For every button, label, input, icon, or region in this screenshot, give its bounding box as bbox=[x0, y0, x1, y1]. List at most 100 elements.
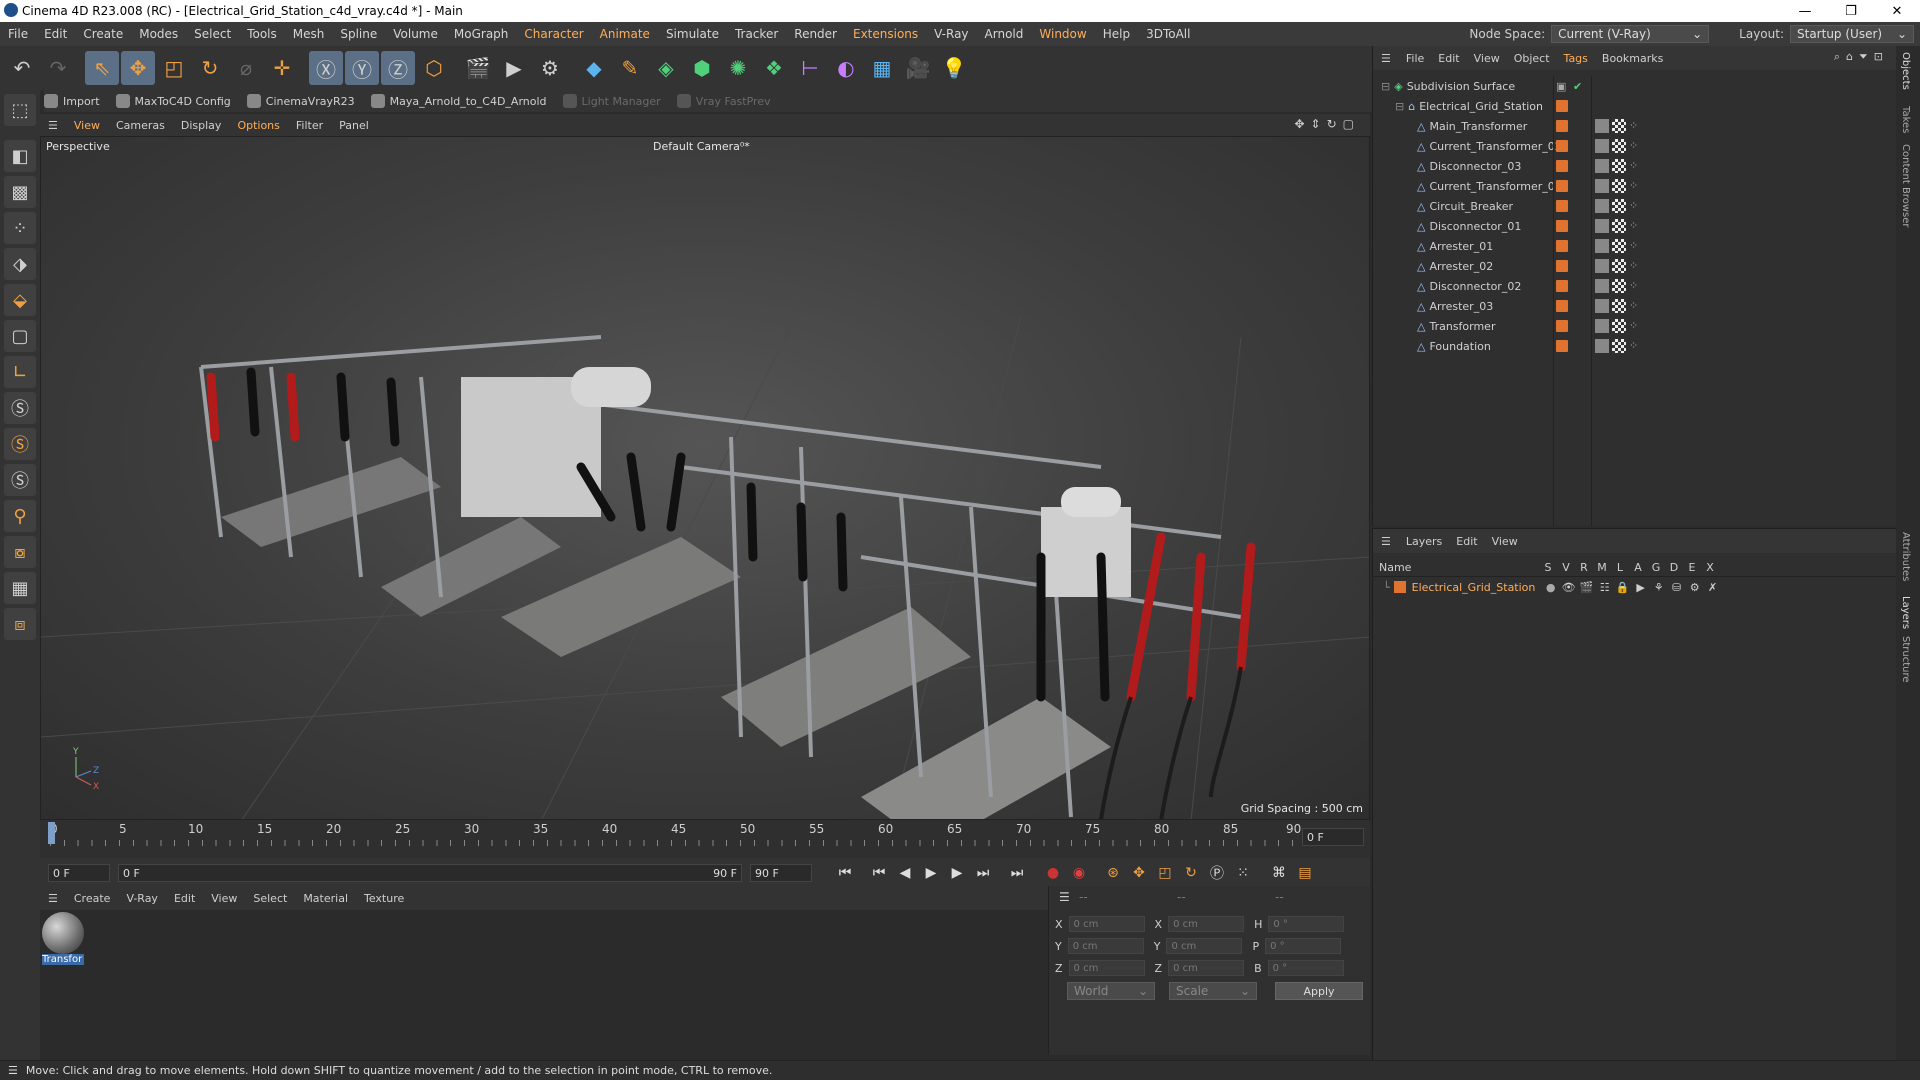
position-x-field[interactable]: 0 cm bbox=[1068, 916, 1145, 932]
uv-mode-icon[interactable]: ▢ bbox=[4, 320, 36, 352]
texture-mode-icon[interactable]: ▩ bbox=[4, 176, 36, 208]
record-icon[interactable]: ● bbox=[1040, 861, 1066, 885]
grid-icon[interactable]: ▦ bbox=[4, 572, 36, 604]
hamburger-icon[interactable]: ☰ bbox=[1373, 52, 1399, 65]
object-manager-tools-icons[interactable]: ⌕⌂⏷⊡ bbox=[1834, 50, 1889, 64]
hamburger-icon[interactable]: ☰ bbox=[40, 892, 66, 905]
object-row-disconnector-01[interactable]: △ Disconnector_01 ⁘ bbox=[1373, 216, 1897, 236]
render-settings-icon[interactable]: ⚙ bbox=[533, 51, 567, 85]
frame-range-slider[interactable]: 0 F 90 F bbox=[118, 864, 742, 882]
side-tab-takes[interactable]: Takes bbox=[1900, 106, 1911, 133]
play-icon[interactable]: ▶ bbox=[918, 861, 944, 885]
layer-menu-edit[interactable]: Edit bbox=[1449, 535, 1484, 548]
cube-icon[interactable]: ◆ bbox=[577, 51, 611, 85]
object-row-main-transformer[interactable]: △ Main_Transformer ⁘ bbox=[1373, 116, 1897, 136]
timeline-window-icon[interactable]: ▤ bbox=[1292, 861, 1318, 885]
uvw-tag-icon[interactable]: ⁘ bbox=[1629, 139, 1643, 153]
menu-file[interactable]: File bbox=[0, 27, 36, 41]
obj-menu-tags[interactable]: Tags bbox=[1557, 52, 1595, 65]
render-region-icon[interactable]: 🎬 bbox=[461, 51, 495, 85]
obj-menu-edit[interactable]: Edit bbox=[1431, 52, 1466, 65]
phong-tag-icon[interactable] bbox=[1595, 299, 1609, 313]
phong-tag-icon[interactable] bbox=[1595, 259, 1609, 273]
visible-render-icon[interactable]: 🎬 bbox=[1578, 581, 1596, 594]
menu-vray[interactable]: V-Ray bbox=[926, 27, 976, 41]
keyframe-selection-icon[interactable]: ⊛ bbox=[1100, 861, 1126, 885]
mograph-icon[interactable]: ❖ bbox=[757, 51, 791, 85]
phong-tag-icon[interactable] bbox=[1595, 339, 1609, 353]
visibility-toggle-icon[interactable]: ▣ bbox=[1556, 80, 1566, 93]
start-frame-field[interactable]: 0 F bbox=[48, 864, 110, 882]
menu-character[interactable]: Character bbox=[516, 27, 591, 41]
obj-menu-object[interactable]: Object bbox=[1507, 52, 1557, 65]
layer-color-button[interactable] bbox=[1556, 320, 1568, 332]
plugin-maya-arnold[interactable]: Maya_Arnold_to_C4D_Arnold bbox=[370, 94, 547, 108]
layout-dropdown[interactable]: Startup (User) ⌄ bbox=[1790, 25, 1914, 43]
size-mode-dropdown[interactable]: Scale ⌄ bbox=[1169, 982, 1257, 1000]
polygon-mode-icon[interactable]: ⬙ bbox=[4, 284, 36, 316]
workplane-icon[interactable]: ⧇ bbox=[4, 536, 36, 568]
uvw-tag-icon[interactable]: ⁘ bbox=[1629, 119, 1643, 133]
side-tab-attributes[interactable]: Attributes bbox=[1900, 532, 1911, 581]
obj-menu-view[interactable]: View bbox=[1467, 52, 1507, 65]
position-z-field[interactable]: 0 cm bbox=[1068, 960, 1145, 976]
layer-color-button[interactable] bbox=[1556, 240, 1568, 252]
axis-mode-icon[interactable]: ∟ bbox=[4, 356, 36, 388]
visible-editor-icon[interactable]: 👁 bbox=[1560, 581, 1578, 594]
menu-tools[interactable]: Tools bbox=[239, 27, 285, 41]
menu-select[interactable]: Select bbox=[186, 27, 239, 41]
expressions-icon[interactable]: ⚙ bbox=[1686, 581, 1704, 594]
side-tab-structure[interactable]: Structure bbox=[1900, 636, 1911, 683]
side-tab-content-browser[interactable]: Content Browser bbox=[1900, 144, 1911, 227]
deformers-icon[interactable]: ⛁ bbox=[1668, 581, 1686, 594]
snap-icon[interactable]: Ⓢ bbox=[4, 392, 36, 424]
position-y-field[interactable]: 0 cm bbox=[1067, 938, 1144, 954]
material-menu-texture[interactable]: Texture bbox=[356, 892, 412, 905]
object-row-transformer[interactable]: △ Transformer ⁘ bbox=[1373, 316, 1897, 336]
undo-icon[interactable]: ↶ bbox=[5, 51, 39, 85]
render-view-icon[interactable]: ▶ bbox=[497, 51, 531, 85]
prev-key-icon[interactable]: ⏮ bbox=[866, 861, 892, 885]
material-menu-vray[interactable]: V-Ray bbox=[118, 892, 166, 905]
uvw-tag-icon[interactable]: ⁘ bbox=[1629, 339, 1643, 353]
object-row-disconnector-03[interactable]: △ Disconnector_03 ⁘ bbox=[1373, 156, 1897, 176]
size-z-field[interactable]: 0 cm bbox=[1168, 960, 1245, 976]
lock-icon[interactable]: 🔒 bbox=[1614, 581, 1632, 594]
animation-icon[interactable]: ▶ bbox=[1632, 581, 1650, 594]
rotate-icon[interactable]: ↻ bbox=[193, 51, 227, 85]
extrude-icon[interactable]: ⬢ bbox=[685, 51, 719, 85]
layer-color-button[interactable] bbox=[1556, 340, 1568, 352]
plugin-import[interactable]: Import bbox=[44, 94, 100, 108]
move-icon[interactable]: ✥ bbox=[121, 51, 155, 85]
y-axis-icon[interactable]: Ⓨ bbox=[345, 51, 379, 85]
layer-color-button[interactable] bbox=[1556, 100, 1568, 112]
viewport-menu-view[interactable]: View bbox=[66, 119, 108, 132]
menu-edit[interactable]: Edit bbox=[36, 27, 75, 41]
menu-extensions[interactable]: Extensions bbox=[845, 27, 926, 41]
timeline-ruler[interactable]: 0 5 10 15 20 25 30 35 40 45 50 55 60 65 … bbox=[40, 820, 1370, 858]
motion-system-icon[interactable]: ⌘ bbox=[1266, 861, 1292, 885]
viewport-menu-filter[interactable]: Filter bbox=[288, 119, 331, 132]
phong-tag-icon[interactable] bbox=[1595, 159, 1609, 173]
auto-key-icon[interactable]: ◉ bbox=[1066, 861, 1092, 885]
uvw-tag-icon[interactable]: ⁘ bbox=[1629, 319, 1643, 333]
layer-color-swatch[interactable] bbox=[1393, 581, 1406, 593]
uvw-tag-icon[interactable]: ⁘ bbox=[1629, 279, 1643, 293]
material-menu-edit[interactable]: Edit bbox=[166, 892, 203, 905]
material-tag-icon[interactable] bbox=[1612, 339, 1626, 353]
material-menu-select[interactable]: Select bbox=[245, 892, 295, 905]
material-tag-icon[interactable] bbox=[1612, 179, 1626, 193]
recent-tool-icon[interactable]: ⌀ bbox=[229, 51, 263, 85]
timeline-playhead[interactable] bbox=[48, 822, 55, 844]
object-row-current-transformer-02[interactable]: △ Current_Transformer_02 ⁘ bbox=[1373, 136, 1897, 156]
hamburger-icon[interactable]: ☰ bbox=[1373, 535, 1399, 548]
object-row-electrical-grid-station[interactable]: ⊟ ⌂ Electrical_Grid_Station bbox=[1373, 96, 1897, 116]
layer-color-button[interactable] bbox=[1556, 180, 1568, 192]
minimize-button[interactable]: — bbox=[1782, 0, 1828, 22]
coordinate-system-icon[interactable]: ⬡ bbox=[417, 51, 451, 85]
tree-collapse-icon[interactable]: ⊟ bbox=[1381, 80, 1390, 93]
uvw-tag-icon[interactable]: ⁘ bbox=[1629, 299, 1643, 313]
obj-menu-bookmarks[interactable]: Bookmarks bbox=[1595, 52, 1670, 65]
rotation-p-field[interactable]: 0 ° bbox=[1265, 938, 1342, 954]
object-row-arrester-02[interactable]: △ Arrester_02 ⁘ bbox=[1373, 256, 1897, 276]
